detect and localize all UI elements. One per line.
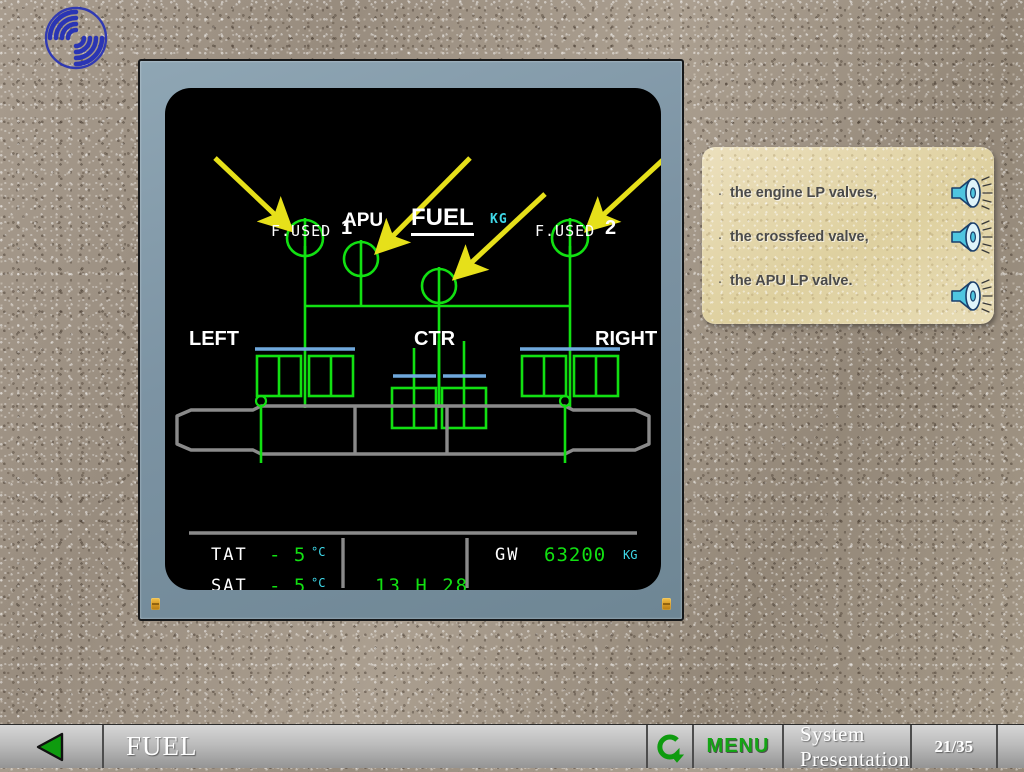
return-button[interactable]	[648, 725, 694, 768]
section-title: System Presentation	[784, 725, 912, 768]
speaker-icon[interactable]	[948, 220, 994, 254]
previous-page-button[interactable]	[0, 725, 104, 768]
callout-arrow-engine-2-valve	[589, 158, 661, 228]
ecam-unit-label: KG	[490, 212, 508, 227]
fuel-system-schematic	[165, 88, 661, 590]
caption-text: the engine LP valves,	[730, 185, 948, 201]
apu-label: APU	[343, 210, 383, 232]
tat-label: TAT	[211, 545, 248, 565]
caption-row: · the crossfeed valve,	[702, 212, 994, 262]
previous-arrow-icon	[32, 732, 70, 762]
page-counter: 21/35	[912, 725, 998, 768]
sat-value: - 5	[269, 575, 306, 590]
speaker-icon[interactable]	[948, 176, 994, 210]
clock-value: 13 H 28	[375, 575, 469, 590]
apu-lp-valve	[344, 240, 378, 278]
fuel-used-2-value: 2	[605, 217, 617, 240]
gross-weight-value: 63200	[544, 544, 606, 566]
fuel-used-1-label: F.USED	[271, 222, 331, 240]
bullet-icon: ·	[702, 185, 730, 202]
ecam-display-bezel: FUEL KG F.USED 1 F.USED 2 APU LEFT CTR R…	[138, 59, 684, 621]
page-counter-label: 21/35	[934, 737, 973, 757]
next-page-button[interactable]	[998, 725, 1024, 768]
ecam-fuel-page: FUEL KG F.USED 1 F.USED 2 APU LEFT CTR R…	[165, 88, 661, 590]
center-tank-label: CTR	[414, 328, 455, 351]
sat-label: SAT	[211, 576, 248, 590]
ecam-info-strip: TAT - 5 °C SAT - 5 °C 13 H 28 GW 63200 K…	[189, 531, 641, 590]
menu-label: MENU	[707, 735, 770, 758]
bullet-icon: ·	[702, 229, 730, 246]
return-arrow-icon	[655, 731, 685, 763]
bezel-screw-right	[662, 598, 671, 610]
callout-arrow-engine-1-valve	[215, 158, 289, 228]
ecam-page-title: FUEL	[411, 204, 474, 236]
bullet-icon: ·	[702, 273, 730, 290]
tat-value: - 5	[269, 544, 306, 566]
right-tank-label: RIGHT	[595, 328, 657, 351]
sat-unit: °C	[311, 576, 325, 590]
speaker-icon[interactable]	[948, 279, 994, 313]
menu-button[interactable]: MENU	[694, 725, 784, 768]
fuel-used-2-label: F.USED	[535, 222, 595, 240]
company-logo	[38, 4, 114, 72]
navigation-bar: FUEL MENU System Presentation 21/35	[0, 724, 1024, 768]
gross-weight-label: GW	[495, 545, 519, 565]
caption-panel: · the engine LP valves, · the crossfeed …	[702, 147, 994, 324]
caption-text: the APU LP valve.	[730, 273, 948, 289]
page-title-label: FUEL	[126, 731, 198, 762]
crossfeed-valve	[422, 267, 456, 305]
left-tank-label: LEFT	[189, 328, 239, 351]
gross-weight-unit: KG	[623, 548, 637, 562]
page-title: FUEL	[104, 725, 648, 768]
caption-text: the crossfeed valve,	[730, 229, 948, 245]
tat-unit: °C	[311, 545, 325, 559]
section-title-label: System Presentation	[800, 722, 910, 772]
caption-row: · the engine LP valves,	[702, 168, 994, 218]
caption-row: · the APU LP valve.	[702, 256, 994, 306]
bezel-screw-left	[151, 598, 160, 610]
